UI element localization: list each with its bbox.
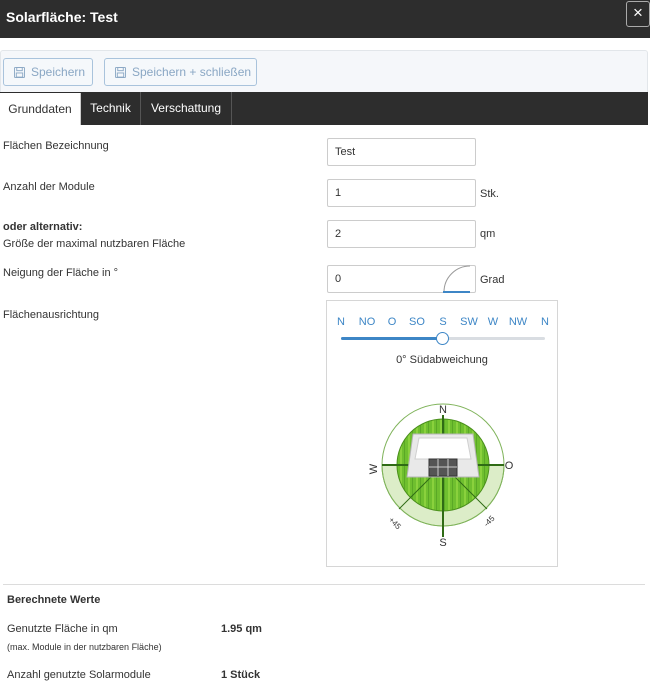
toolbar: Speichern Speichern + schließen [0,50,648,92]
close-button[interactable]: × [626,1,650,27]
orientation-widget: N NO O SO S SW W NW N 0° Südabweichung N… [326,300,558,567]
name-field[interactable]: Test [327,138,476,166]
used-area-label: Genutzte Fläche in qm [7,623,118,635]
save-button[interactable]: Speichern [3,58,93,86]
compass-diagram: N S W O +45 -45 [368,403,514,549]
floppy-disk-icon [14,67,25,78]
area-label-bold: oder alternativ: [3,221,83,233]
save-and-close-label: Speichern + schließen [132,65,252,79]
modules-used-value: 1 Stück [221,669,261,681]
section-divider [3,584,645,585]
area-field[interactable]: 2 [327,220,476,248]
modules-used-label: Anzahl genutzte Solarmodule [7,669,151,681]
tab-bar: Grunddaten Technik Verschattung [0,92,648,125]
name-label: Flächen Bezeichnung [3,140,109,152]
compass-north: N [439,404,447,416]
compass-west: W [368,463,380,474]
used-area-sublabel: (max. Module in der nutzbaren Fläche) [7,642,162,652]
modules-unit: Stk. [480,188,499,200]
tab-grunddaten[interactable]: Grunddaten [0,93,81,125]
modules-field[interactable]: 1 [327,179,476,207]
compass-east: O [505,460,514,472]
compass-minus45: -45 [482,514,497,529]
area-label: Größe der maximal nutzbaren Fläche [3,238,186,250]
compass-plus45: +45 [387,515,403,531]
compass-south: S [439,537,446,549]
tilt-label: Neigung der Fläche in ° [3,267,119,279]
save-button-label: Speichern [31,65,86,79]
tilt-unit: Grad [480,274,505,286]
tab-technik[interactable]: Technik [81,92,141,125]
orientation-label: Flächenausrichtung [3,309,100,321]
calculated-heading: Berechnete Werte [7,594,101,606]
window-title: Solarfläche: Test [6,9,118,25]
save-and-close-button[interactable]: Speichern + schließen [104,58,257,86]
used-area-value: 1.95 qm [221,623,262,635]
area-unit: qm [480,228,496,240]
tilt-angle-icon [443,265,471,293]
floppy-disk-icon [115,67,126,78]
window-titlebar: Solarfläche: Test × [0,0,650,38]
tab-verschattung[interactable]: Verschattung [141,92,232,125]
modules-label: Anzahl der Module [3,181,95,193]
tilt-value: 0 [335,273,342,285]
